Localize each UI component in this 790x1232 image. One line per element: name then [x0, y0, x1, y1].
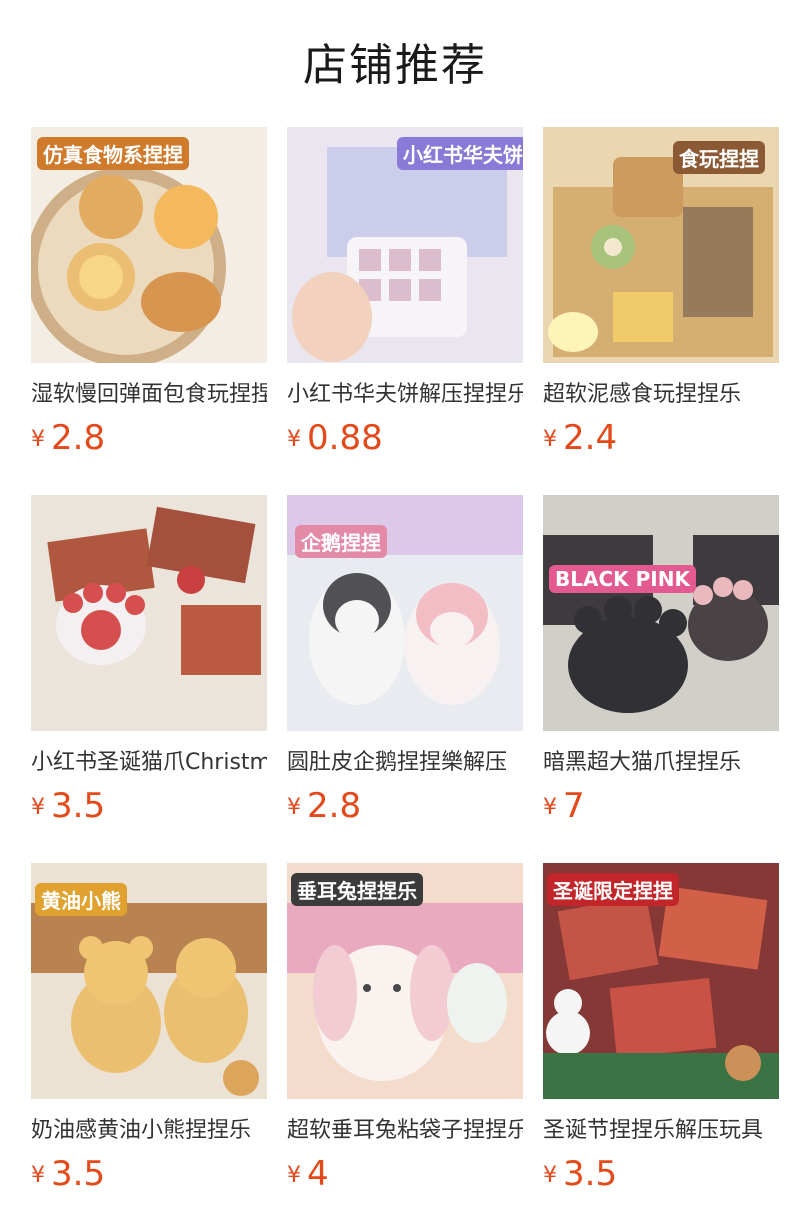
- store-recommendations-page: 店铺推荐 仿真食物系捏捏 湿软慢回弹面包食玩捏捏乐: [0, 0, 790, 1232]
- product-name[interactable]: 奶油感黄油小熊捏捏乐: [31, 1116, 267, 1146]
- product-price: ¥2.4: [543, 418, 779, 464]
- product-name[interactable]: 圣诞节捏捏乐解压玩具: [543, 1116, 779, 1146]
- product-badge: 企鹅捏捏: [295, 525, 387, 558]
- currency-symbol: ¥: [31, 1163, 45, 1188]
- product-card[interactable]: 企鹅捏捏 圆肚皮企鹅捏捏樂解压 ¥2.8: [287, 495, 523, 832]
- product-image[interactable]: 垂耳兔捏捏乐: [287, 863, 523, 1099]
- product-card[interactable]: 圣诞限定捏捏 圣诞节捏捏乐解压玩具 ¥3.5: [543, 863, 779, 1200]
- price-amount: 3.5: [51, 1154, 106, 1194]
- price-amount: 2.8: [51, 418, 106, 458]
- product-badge: 垂耳兔捏捏乐: [291, 873, 423, 906]
- product-badge: 小红书华夫饼捏捏: [397, 137, 523, 170]
- product-image[interactable]: 企鹅捏捏: [287, 495, 523, 731]
- product-badge: 圣诞限定捏捏: [547, 873, 679, 906]
- price-amount: 2.4: [563, 418, 618, 458]
- product-name[interactable]: 暗黑超大猫爪捏捏乐: [543, 748, 779, 778]
- price-amount: 7: [563, 786, 585, 826]
- product-image[interactable]: 圣诞限定捏捏: [543, 863, 779, 1099]
- price-amount: 4: [307, 1154, 329, 1194]
- product-name[interactable]: 超软垂耳兔粘袋子捏捏乐: [287, 1116, 523, 1146]
- product-name[interactable]: 圆肚皮企鹅捏捏樂解压: [287, 748, 523, 778]
- product-price: ¥2.8: [31, 418, 267, 464]
- product-price: ¥2.8: [287, 786, 523, 832]
- currency-symbol: ¥: [287, 795, 301, 820]
- product-badge: BLACK PINK: [549, 565, 696, 593]
- currency-symbol: ¥: [543, 427, 557, 452]
- product-card[interactable]: 食玩捏捏 超软泥感食玩捏捏乐 ¥2.4: [543, 127, 779, 464]
- section-title: 店铺推荐: [303, 40, 487, 91]
- product-badge: 仿真食物系捏捏: [37, 137, 189, 170]
- product-image[interactable]: [31, 495, 267, 731]
- product-price: ¥3.5: [543, 1154, 779, 1200]
- product-image[interactable]: 仿真食物系捏捏: [31, 127, 267, 363]
- price-amount: 3.5: [563, 1154, 618, 1194]
- product-card[interactable]: 黄油小熊 奶油感黄油小熊捏捏乐 ¥3.5: [31, 863, 267, 1200]
- product-card[interactable]: BLACK PINK 暗黑超大猫爪捏捏乐 ¥7: [543, 495, 779, 832]
- price-amount: 3.5: [51, 786, 106, 826]
- product-price: ¥3.5: [31, 1154, 267, 1200]
- product-name[interactable]: 湿软慢回弹面包食玩捏捏乐: [31, 380, 267, 410]
- currency-symbol: ¥: [543, 795, 557, 820]
- product-price: ¥7: [543, 786, 779, 832]
- product-name[interactable]: 超软泥感食玩捏捏乐: [543, 380, 779, 410]
- currency-symbol: ¥: [287, 1163, 301, 1188]
- product-badge: 黄油小熊: [35, 883, 127, 916]
- product-card[interactable]: 仿真食物系捏捏 湿软慢回弹面包食玩捏捏乐 ¥2.8: [31, 127, 267, 464]
- product-badge: 食玩捏捏: [673, 141, 765, 174]
- product-card[interactable]: 小红书华夫饼捏捏 小红书华夫饼解压捏捏乐 ¥0.88: [287, 127, 523, 464]
- product-name[interactable]: 小红书华夫饼解压捏捏乐: [287, 380, 523, 410]
- product-price: ¥3.5: [31, 786, 267, 832]
- currency-symbol: ¥: [287, 427, 301, 452]
- product-name[interactable]: 小红书圣诞猫爪Christmas: [31, 748, 267, 778]
- price-amount: 0.88: [307, 418, 383, 458]
- product-image[interactable]: 黄油小熊: [31, 863, 267, 1099]
- product-card[interactable]: 小红书圣诞猫爪Christmas ¥3.5: [31, 495, 267, 832]
- product-image[interactable]: 食玩捏捏: [543, 127, 779, 363]
- price-amount: 2.8: [307, 786, 362, 826]
- product-image[interactable]: BLACK PINK: [543, 495, 779, 731]
- product-price: ¥4: [287, 1154, 523, 1200]
- product-card[interactable]: 垂耳兔捏捏乐 超软垂耳兔粘袋子捏捏乐 ¥4: [287, 863, 523, 1200]
- currency-symbol: ¥: [31, 795, 45, 820]
- currency-symbol: ¥: [543, 1163, 557, 1188]
- product-price: ¥0.88: [287, 418, 523, 464]
- currency-symbol: ¥: [31, 427, 45, 452]
- product-image[interactable]: 小红书华夫饼捏捏: [287, 127, 523, 363]
